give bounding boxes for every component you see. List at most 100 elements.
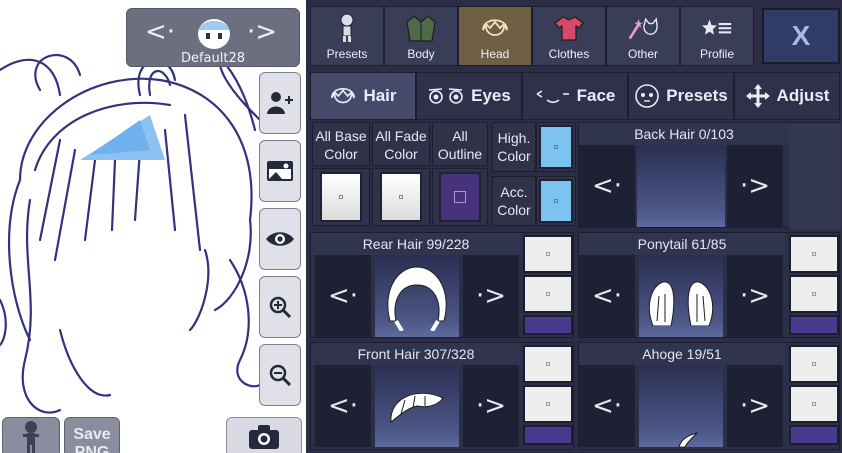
subtab-eyes-label: Eyes: [471, 86, 511, 105]
category-tabs: Presets Body Head Clothes Other Profile: [310, 6, 760, 66]
subtab-presets[interactable]: Presets: [628, 72, 734, 120]
ahoge-color-1[interactable]: [789, 345, 839, 383]
character-selector: <· ·> Default28: [126, 8, 300, 67]
preset-pose-button[interactable]: [2, 417, 60, 453]
subtab-adjust-label: Adjust: [776, 86, 830, 105]
ahoge-selector: Ahoge 19/51 <· ·>: [578, 342, 840, 450]
highlight-color-label: High. Color: [492, 122, 536, 172]
ahoge-outline-color[interactable]: [789, 425, 839, 445]
rear-hair-prev-button[interactable]: <·: [315, 255, 371, 337]
character-face-icon: [198, 19, 230, 49]
ponytail-selector: Ponytail 61/85 <· ·>: [578, 232, 840, 338]
subtab-adjust[interactable]: Adjust: [734, 72, 840, 120]
camera-button[interactable]: [226, 417, 302, 453]
preset-doll-icon: [23, 421, 39, 453]
front-hair-prev-button[interactable]: <·: [315, 365, 371, 447]
back-hair-preview[interactable]: [637, 145, 725, 227]
star-list-icon: [702, 19, 732, 35]
front-hair-selector: Front Hair 307/328 <· ·>: [310, 342, 574, 450]
add-person-button[interactable]: [259, 72, 301, 134]
ponytail-next-button[interactable]: ·>: [727, 255, 783, 337]
save-png-button[interactable]: Save PNG: [64, 417, 120, 453]
all-fade-color-label: All Fade Color: [372, 122, 430, 166]
back-hair-side-panel: [789, 123, 841, 229]
front-hair-preview[interactable]: [375, 365, 459, 447]
ponytail-preview[interactable]: [639, 255, 723, 337]
next-character-button[interactable]: ·>: [247, 17, 277, 47]
zoom-out-icon: [269, 364, 292, 387]
tab-head-label: Head: [480, 47, 510, 61]
face-preset-icon: [635, 84, 660, 108]
rear-hair-thumbnail: [387, 266, 447, 331]
prev-character-button[interactable]: <·: [145, 17, 175, 47]
add-person-icon: [267, 92, 293, 114]
ahoge-next-button[interactable]: ·>: [727, 365, 783, 447]
preset-doll-icon: [340, 13, 354, 42]
rear-hair-outline-color[interactable]: [523, 315, 573, 335]
highlight-color-swatch[interactable]: [536, 122, 576, 172]
character-preview[interactable]: <· ·> Default28 Save PNG: [0, 0, 305, 453]
all-outline-label: All Outline: [432, 122, 488, 166]
ponytail-color-1[interactable]: [789, 235, 839, 273]
rear-hair-color-2[interactable]: [523, 275, 573, 313]
head-subtabs: Hair Eyes Face Presets Adjust: [310, 72, 840, 120]
background-icon: [267, 161, 293, 181]
ponytail-prev-button[interactable]: <·: [579, 255, 635, 337]
front-hair-title: Front Hair 307/328: [311, 343, 521, 365]
rear-hair-color-1[interactable]: [523, 235, 573, 273]
tab-other[interactable]: Other: [606, 6, 680, 66]
hair-icon: [482, 19, 508, 36]
background-button[interactable]: [259, 140, 301, 202]
accessory-color-swatch[interactable]: [536, 176, 576, 226]
accessory-color-label: Acc. Color: [492, 176, 536, 226]
tab-body-label: Body: [407, 47, 435, 61]
tab-clothes[interactable]: Clothes: [532, 6, 606, 66]
shirt-icon: [554, 16, 584, 41]
ahoge-thumbnail: [678, 432, 699, 447]
subtab-face[interactable]: Face: [522, 72, 628, 120]
back-hair-title: Back Hair 0/103: [579, 123, 789, 145]
rear-hair-preview[interactable]: [375, 255, 459, 337]
rear-hair-next-button[interactable]: ·>: [463, 255, 519, 337]
ahoge-preview[interactable]: [639, 365, 723, 447]
tab-other-label: Other: [627, 47, 658, 61]
visibility-button[interactable]: [259, 208, 301, 270]
all-outline-swatch[interactable]: [432, 168, 488, 226]
subtab-hair-label: Hair: [363, 86, 397, 105]
all-base-color-swatch[interactable]: [312, 168, 370, 226]
close-button[interactable]: X: [762, 8, 840, 64]
tab-clothes-label: Clothes: [548, 47, 590, 61]
ahoge-title: Ahoge 19/51: [579, 343, 785, 365]
move-arrows-icon: [745, 84, 770, 108]
front-hair-outline-color[interactable]: [523, 425, 573, 445]
tab-profile[interactable]: Profile: [680, 6, 754, 66]
all-fade-color-swatch[interactable]: [372, 168, 430, 226]
eyes-icon: [429, 88, 463, 104]
zoom-in-icon: [269, 296, 292, 319]
subtab-hair[interactable]: Hair: [310, 72, 416, 120]
ponytail-outline-color[interactable]: [789, 315, 839, 335]
back-hair-prev-button[interactable]: <·: [579, 145, 635, 227]
tab-head[interactable]: Head: [458, 6, 532, 66]
front-hair-color-2[interactable]: [523, 385, 573, 423]
front-hair-thumbnail: [390, 392, 444, 423]
front-hair-color-1[interactable]: [523, 345, 573, 383]
ponytail-color-2[interactable]: [789, 275, 839, 313]
rear-hair-title: Rear Hair 99/228: [311, 233, 521, 255]
tab-body[interactable]: Body: [384, 6, 458, 66]
zoom-out-button[interactable]: [259, 344, 301, 406]
ahoge-color-2[interactable]: [789, 385, 839, 423]
jacket-icon: [406, 15, 436, 42]
subtab-eyes[interactable]: Eyes: [416, 72, 522, 120]
tab-presets[interactable]: Presets: [310, 6, 384, 66]
ponytail-thumbnail: [648, 281, 714, 326]
camera-icon: [249, 425, 279, 449]
subtab-presets-label: Presets: [666, 86, 728, 105]
front-hair-next-button[interactable]: ·>: [463, 365, 519, 447]
back-hair-next-button[interactable]: ·>: [727, 145, 783, 227]
hair-color-controls: All Base Color All Fade Color All Outlin…: [310, 120, 576, 230]
ponytail-title: Ponytail 61/85: [579, 233, 785, 255]
cat-wand-icon: [628, 17, 658, 40]
ahoge-prev-button[interactable]: <·: [579, 365, 635, 447]
zoom-in-button[interactable]: [259, 276, 301, 338]
